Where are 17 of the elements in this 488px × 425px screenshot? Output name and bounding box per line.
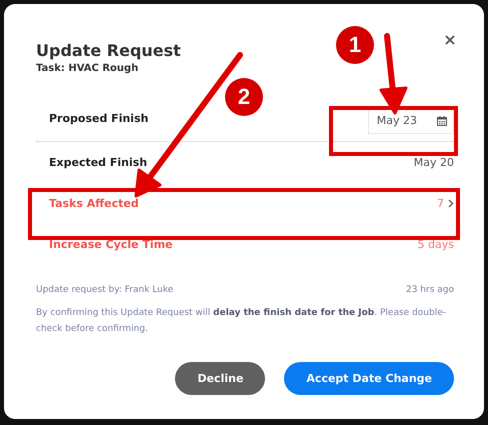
requester-text: Update request by: Frank Luke	[36, 285, 174, 295]
row-label: Proposed Finish	[49, 112, 148, 125]
date-value: May 23	[376, 114, 417, 127]
row-value: 5 days	[418, 238, 454, 251]
close-icon[interactable]	[445, 35, 455, 45]
decline-button[interactable]: Decline	[175, 362, 266, 395]
chevron-icon	[448, 199, 454, 208]
accept-button[interactable]: Accept Date Change	[284, 362, 454, 395]
row-label: Increase Cycle Time	[49, 238, 173, 251]
notice-text: By confirming this Update Request will delay the finish date for the Job. Please double-check before confirming.	[36, 307, 447, 336]
dialog-title: Update Request	[36, 41, 181, 60]
row-value: May 20	[414, 156, 454, 169]
task-name: Task: HVAC Rough	[36, 63, 140, 74]
calendar-icon	[437, 116, 447, 126]
row-label: Expected Finish	[49, 156, 148, 169]
request-time: 23 hrs ago	[406, 285, 454, 295]
row-label: Tasks Affected	[49, 197, 139, 210]
